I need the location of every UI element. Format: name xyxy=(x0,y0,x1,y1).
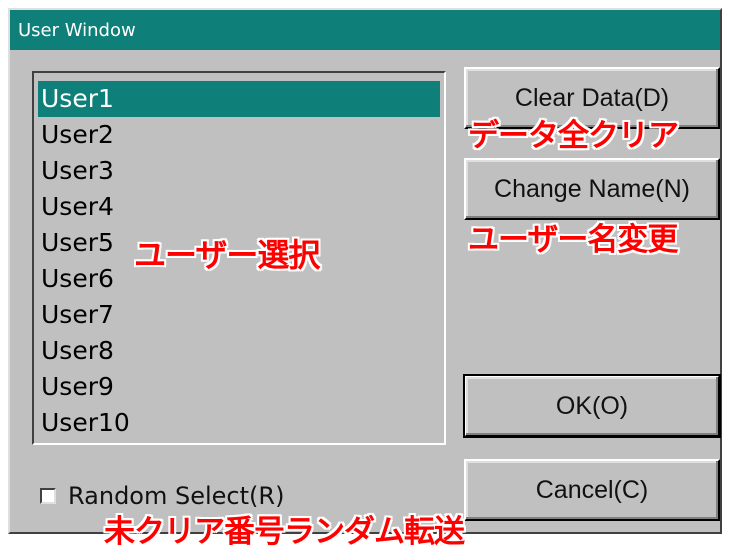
random-select-option[interactable]: Random Select(R) xyxy=(40,482,284,510)
user-list-item[interactable]: User8 xyxy=(38,333,440,369)
window-title-bar: User Window xyxy=(10,10,720,50)
random-select-checkbox[interactable] xyxy=(40,488,56,504)
user-list-item[interactable]: User6 xyxy=(38,261,440,297)
user-list[interactable]: User1 User2 User3 User4 User5 User6 User… xyxy=(32,71,446,445)
clear-data-button[interactable]: Clear Data(D) xyxy=(464,67,720,129)
user-list-item[interactable]: User5 xyxy=(38,225,440,261)
user-list-item[interactable]: User3 xyxy=(38,153,440,189)
ok-button[interactable]: OK(O) xyxy=(463,374,721,438)
user-window: User Window User1 User2 User3 User4 User… xyxy=(8,8,722,534)
window-title: User Window xyxy=(18,19,136,41)
random-select-label: Random Select(R) xyxy=(68,482,285,510)
user-list-item[interactable]: User2 xyxy=(38,117,440,153)
change-name-button[interactable]: Change Name(N) xyxy=(464,158,720,220)
user-list-item[interactable]: User1 xyxy=(38,81,440,117)
user-list-item[interactable]: User9 xyxy=(38,369,440,405)
user-list-item[interactable]: User7 xyxy=(38,297,440,333)
user-list-item[interactable]: User10 xyxy=(38,405,440,441)
user-list-item[interactable]: User4 xyxy=(38,189,440,225)
cancel-button[interactable]: Cancel(C) xyxy=(464,459,720,521)
